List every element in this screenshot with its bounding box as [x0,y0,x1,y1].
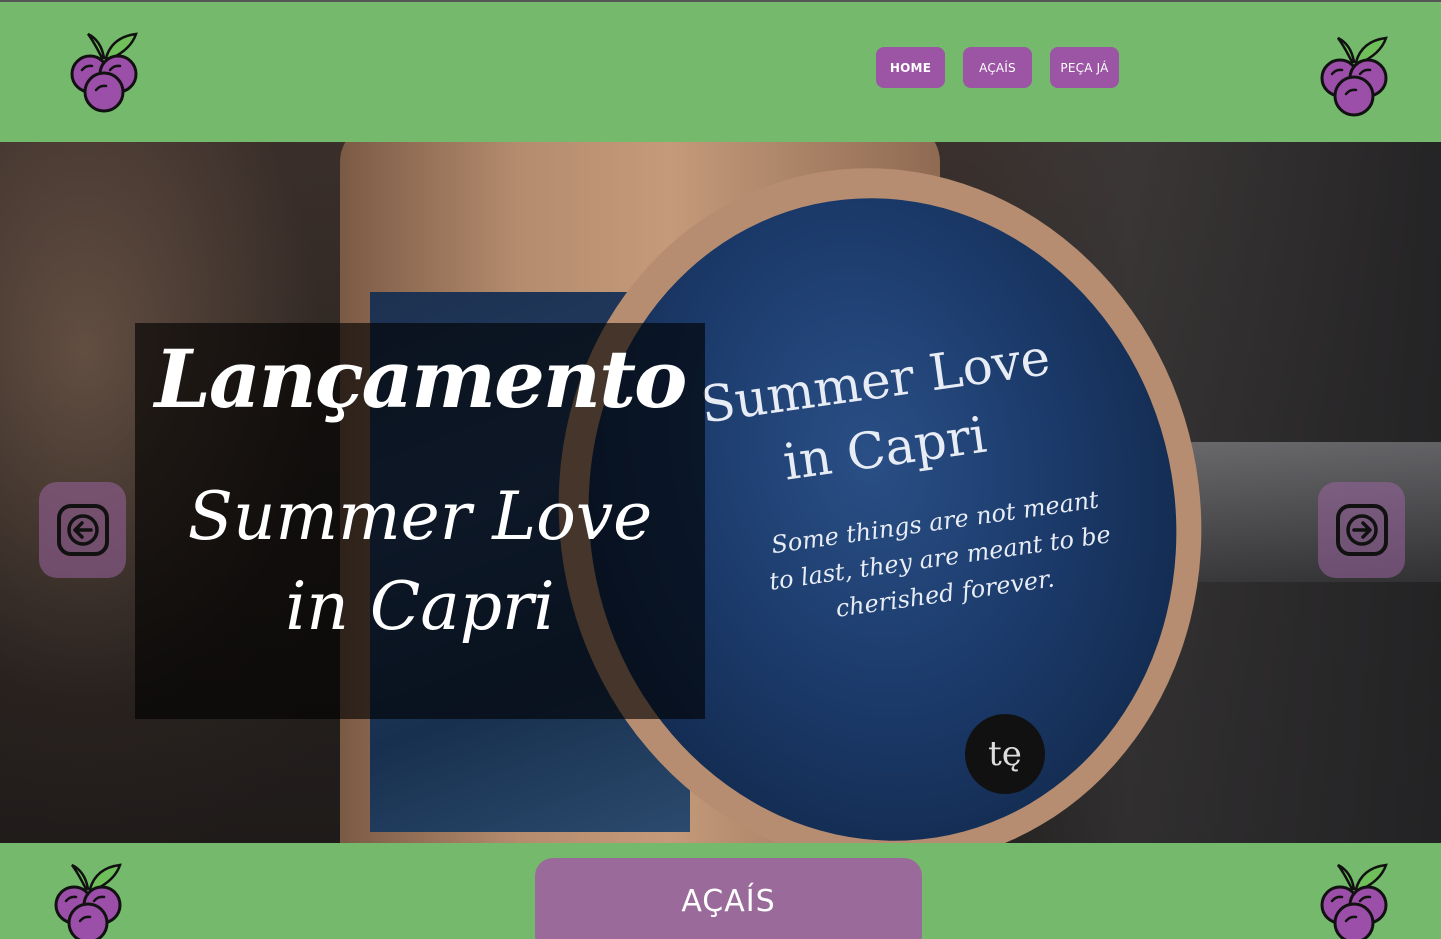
acai-berry-icon [66,28,142,114]
nav-home-button[interactable]: HOME [876,47,945,88]
acais-cta-button[interactable]: AÇAÍS [535,858,922,939]
nav-acais-button[interactable]: AÇAÍS [963,47,1032,88]
hero-carousel: Summer Love in Capri Some things are not… [0,142,1441,843]
hero-headline: Lançamento [154,332,688,426]
main-nav: HOME AÇAÍS PEÇA JÁ [876,47,1119,88]
arrow-right-icon [1335,504,1388,556]
arrow-left-icon [56,504,109,556]
hero-subtitle-line-1: Summer Love [187,478,653,555]
carousel-next-button[interactable] [1318,482,1405,578]
acai-berry-icon [1316,859,1392,939]
hero-subtitle: Summer Love in Capri [135,472,705,652]
site-footer: AÇAÍS [0,843,1441,939]
brand-logo: tę [965,714,1045,794]
acai-berry-icon [50,859,126,939]
acai-berry-icon [1316,32,1392,118]
site-header: HOME AÇAÍS PEÇA JÁ [0,2,1441,142]
nav-peca-ja-button[interactable]: PEÇA JÁ [1050,47,1119,88]
hero-subtitle-line-2: in Capri [285,568,555,645]
carousel-prev-button[interactable] [39,482,126,578]
